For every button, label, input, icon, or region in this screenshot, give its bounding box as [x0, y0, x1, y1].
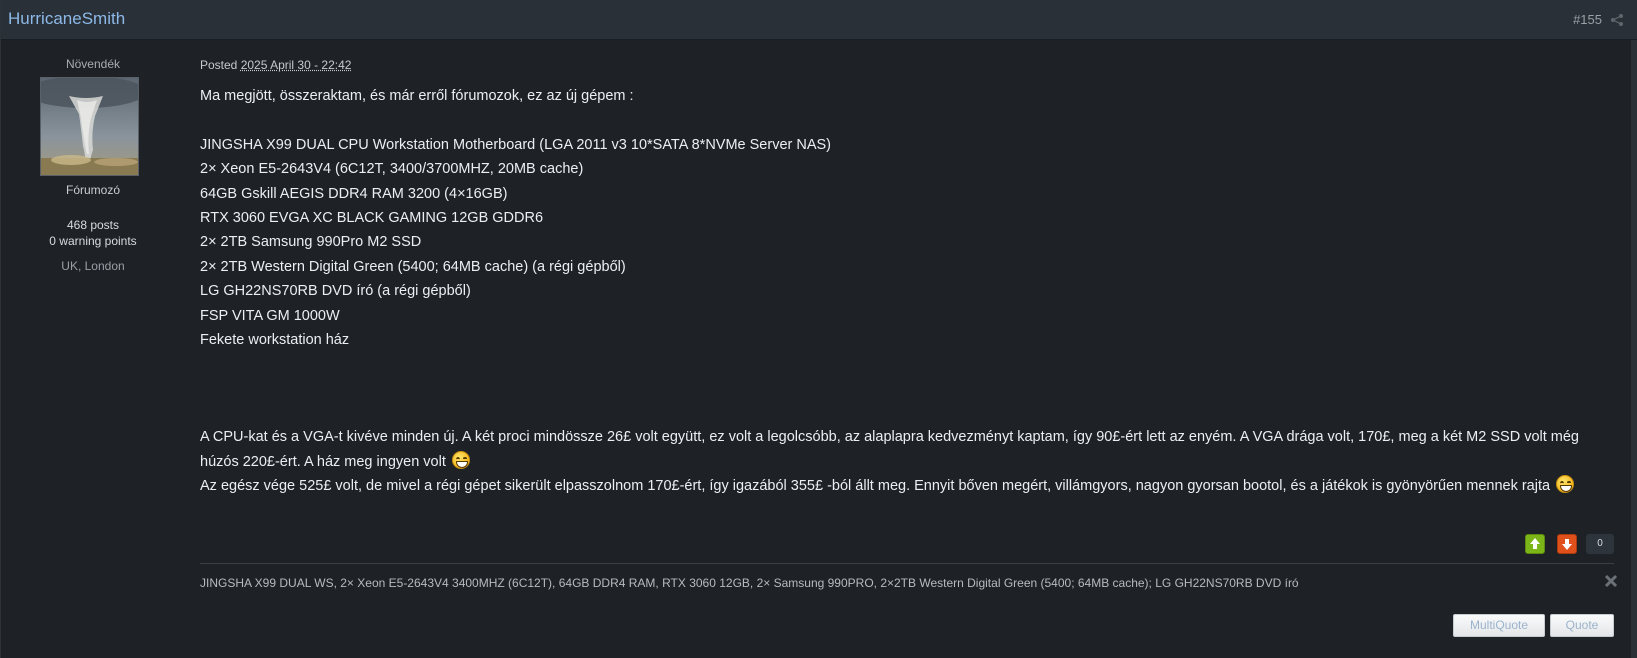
scrollbar[interactable] — [1631, 40, 1637, 658]
signature-divider — [200, 563, 1614, 564]
spec-line: 2× 2TB Western Digital Green (5400; 64MB… — [200, 255, 1610, 279]
post-body: Ma megjött, összeraktam, és már erről fó… — [200, 84, 1610, 499]
grin-emoji-icon — [452, 451, 470, 469]
post-header: HurricaneSmith #155 — [1, 0, 1637, 40]
spec-line: LG GH22NS70RB DVD író (a régi gépből) — [200, 279, 1610, 303]
quote-button[interactable]: Quote — [1550, 614, 1614, 637]
grin-emoji-icon — [1556, 475, 1574, 493]
author-panel: Növendék Fórumozó 468 posts 0 warning po… — [1, 40, 185, 600]
forum-post: HurricaneSmith #155 Növendék Fórumozó 46… — [0, 0, 1637, 658]
paragraph-text: Az egész vége 525£ volt, de mivel a régi… — [200, 478, 1550, 494]
post-intro: Ma megjött, összeraktam, és már erről fó… — [200, 84, 1610, 108]
arrow-down-icon — [1558, 535, 1576, 553]
spec-line: 2× 2TB Samsung 990Pro M2 SSD — [200, 230, 1610, 254]
share-icon[interactable] — [1610, 13, 1624, 27]
author-name-link[interactable]: HurricaneSmith — [8, 9, 125, 29]
post-number-link[interactable]: #155 — [1573, 12, 1602, 27]
paragraph-text: A CPU-kat és a VGA-t kivéve minden új. A… — [200, 429, 1579, 469]
post-date-link[interactable]: 2025 April 30 - 22:42 — [241, 58, 352, 72]
posted-label: Posted — [200, 58, 237, 72]
reputation-down-button[interactable] — [1557, 534, 1577, 554]
member-group: Fórumozó — [1, 183, 185, 197]
reputation-count: 0 — [1586, 534, 1614, 554]
warning-points: 0 warning points — [1, 234, 185, 248]
avatar[interactable] — [40, 77, 139, 176]
post-meta: Posted 2025 April 30 - 22:42 — [200, 58, 351, 72]
close-icon[interactable] — [1604, 574, 1618, 588]
spec-line: JINGSHA X99 DUAL CPU Workstation Motherb… — [200, 133, 1610, 157]
post-paragraph: Az egész vége 525£ volt, de mivel a régi… — [200, 474, 1610, 498]
member-location: UK, London — [1, 259, 185, 273]
spec-line: FSP VITA GM 1000W — [200, 304, 1610, 328]
reputation-up-button[interactable] — [1525, 534, 1545, 554]
post-count: 468 posts — [1, 218, 185, 232]
arrow-up-icon — [1526, 535, 1544, 553]
spec-line: 2× Xeon E5-2643V4 (6C12T, 3400/3700MHZ, … — [200, 157, 1610, 181]
member-rank: Növendék — [1, 57, 185, 71]
spec-line: Fekete workstation ház — [200, 328, 1610, 352]
signature: JINGSHA X99 DUAL WS, 2× Xeon E5-2643V4 3… — [200, 576, 1299, 590]
spec-line: RTX 3060 EVGA XC BLACK GAMING 12GB GDDR6 — [200, 206, 1610, 230]
spec-line: 64GB Gskill AEGIS DDR4 RAM 3200 (4×16GB) — [200, 182, 1610, 206]
multiquote-button[interactable]: MultiQuote — [1453, 614, 1545, 637]
tornado-avatar-image — [41, 78, 139, 176]
post-paragraph: A CPU-kat és a VGA-t kivéve minden új. A… — [200, 425, 1610, 474]
